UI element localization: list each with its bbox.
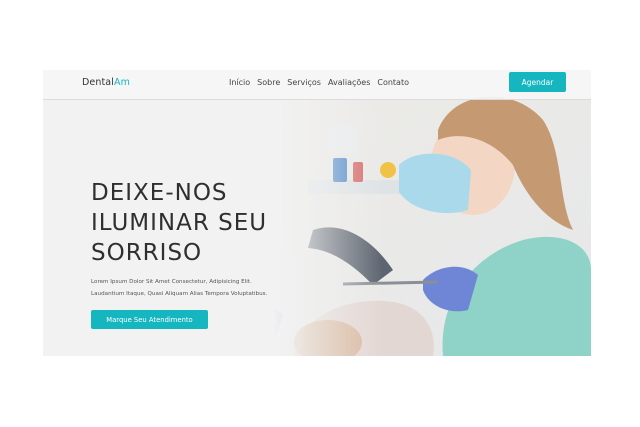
headline-line-2: ILUMINAR SEU xyxy=(91,210,268,236)
description-line-2: Laudantium Itaque, Quasi Aliquam Alias T… xyxy=(91,291,268,297)
headline-line-1: DEIXE-NOS xyxy=(91,180,228,206)
nav-link-avaliacoes[interactable]: Avaliações xyxy=(328,78,370,87)
site-logo[interactable]: DentalAm xyxy=(82,77,130,88)
logo-prefix: Dental xyxy=(82,77,114,88)
nav-menu: Início Sobre Serviços Avaliações Contato xyxy=(229,78,409,87)
nav-link-contato[interactable]: Contato xyxy=(377,78,409,87)
description-line-1: Lorem Ipsum Dolor Sit Amet Consectetur, … xyxy=(91,279,252,285)
hero-headline: DEIXE-NOS ILUMINAR SEU SORRISO xyxy=(91,178,321,268)
nav-link-servicos[interactable]: Serviços xyxy=(287,78,321,87)
agendar-button[interactable]: Agendar xyxy=(509,72,566,92)
website-frame: DentalAm Início Sobre Serviços Avaliaçõe… xyxy=(43,70,591,356)
logo-suffix: Am xyxy=(113,77,130,88)
nav-link-sobre[interactable]: Sobre xyxy=(257,78,280,87)
hero-description: Lorem Ipsum Dolor Sit Amet Consectetur, … xyxy=(91,276,321,300)
top-navbar: DentalAm Início Sobre Serviços Avaliaçõe… xyxy=(43,70,591,100)
nav-link-inicio[interactable]: Início xyxy=(229,78,250,87)
headline-line-3: SORRISO xyxy=(91,240,203,266)
book-appointment-button[interactable]: Marque Seu Atendimento xyxy=(91,310,208,329)
